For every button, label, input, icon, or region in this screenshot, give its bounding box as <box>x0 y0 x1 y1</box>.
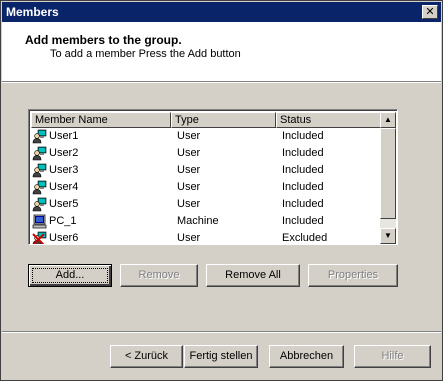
list-header: Member Name Type Status <box>31 112 381 128</box>
page-subheading: To add a member Press the Add button <box>50 48 241 60</box>
list-item[interactable]: User2 User Included <box>31 145 381 162</box>
computer-icon <box>32 214 47 229</box>
close-icon: ✕ <box>425 6 435 18</box>
header-divider-highlight <box>2 82 441 83</box>
user-icon <box>32 163 47 178</box>
remove-all-button-label: Remove All <box>225 269 281 281</box>
member-status-cell: Included <box>282 215 324 227</box>
finish-button[interactable]: Fertig stellen <box>184 345 258 368</box>
footer-divider-highlight <box>2 332 441 333</box>
page-heading: Add members to the group. <box>25 33 182 47</box>
column-header-member-name[interactable]: Member Name <box>31 112 171 128</box>
list-item[interactable]: User1 User Included <box>31 128 381 145</box>
user-icon <box>32 180 47 195</box>
list-rows: User1 User Included User2 User Included User3 U… <box>31 128 381 244</box>
list-item[interactable]: User4 User Included <box>31 179 381 196</box>
remove-all-button[interactable]: Remove All <box>206 264 300 287</box>
cancel-button[interactable]: Abbrechen <box>269 345 344 368</box>
add-button[interactable]: Add... <box>28 264 112 287</box>
member-name-cell: User3 <box>49 164 79 176</box>
member-name-cell: User6 <box>49 232 79 244</box>
close-button[interactable]: ✕ <box>422 5 438 19</box>
list-item[interactable]: PC_1 Machine Included <box>31 213 381 230</box>
member-type-cell: User <box>177 198 201 210</box>
member-type-cell: User <box>177 232 201 244</box>
properties-button-label: Properties <box>327 269 379 281</box>
member-type-cell: User <box>177 181 201 193</box>
arrow-up-icon: ▲ <box>384 115 392 124</box>
member-status-cell: Included <box>282 130 324 142</box>
finish-button-label: Fertig stellen <box>189 350 253 362</box>
remove-button-label: Remove <box>138 269 180 281</box>
column-header-type[interactable]: Type <box>171 112 276 128</box>
member-status-cell: Included <box>282 164 324 176</box>
member-status-cell: Included <box>282 147 324 159</box>
scrollbar-thumb[interactable] <box>380 128 396 219</box>
members-dialog: Members ✕ Add members to the group. To a… <box>0 0 443 381</box>
members-list[interactable]: Member Name Type Status User1 User Include… <box>28 109 398 245</box>
help-button-label: Hilfe <box>381 350 404 362</box>
user-icon <box>32 197 47 212</box>
properties-button[interactable]: Properties <box>308 264 398 287</box>
focus-rectangle <box>32 268 108 283</box>
member-name-cell: PC_1 <box>49 215 77 227</box>
member-name-cell: User4 <box>49 181 79 193</box>
member-status-cell: Included <box>282 181 324 193</box>
member-type-cell: Machine <box>177 215 219 227</box>
cancel-button-label: Abbrechen <box>279 350 334 362</box>
scroll-up-button[interactable]: ▲ <box>380 112 396 128</box>
list-item[interactable]: User5 User Included <box>31 196 381 213</box>
member-name-cell: User1 <box>49 130 79 142</box>
back-button[interactable]: < Zurück <box>110 345 183 368</box>
scroll-down-button[interactable]: ▼ <box>380 228 396 244</box>
title-bar[interactable]: Members ✕ <box>2 2 441 22</box>
member-type-cell: User <box>177 164 201 176</box>
member-status-cell: Included <box>282 198 324 210</box>
excluded-user-icon <box>32 231 47 244</box>
member-type-cell: User <box>177 130 201 142</box>
member-type-cell: User <box>177 147 201 159</box>
remove-button[interactable]: Remove <box>120 264 198 287</box>
window-title: Members <box>6 5 59 19</box>
member-name-cell: User5 <box>49 198 79 210</box>
help-button[interactable]: Hilfe <box>354 345 431 368</box>
arrow-down-icon: ▼ <box>384 231 392 240</box>
wizard-header: Add members to the group. To add a membe… <box>2 22 441 81</box>
user-icon <box>32 129 47 144</box>
member-status-cell: Excluded <box>282 232 328 244</box>
user-icon <box>32 146 47 161</box>
list-item[interactable]: User6 User Excluded <box>31 230 381 244</box>
column-header-status[interactable]: Status <box>276 112 381 128</box>
member-name-cell: User2 <box>49 147 79 159</box>
back-button-label: < Zurück <box>124 350 169 362</box>
vertical-scrollbar[interactable]: ▲ ▼ <box>380 112 396 244</box>
list-item[interactable]: User3 User Included <box>31 162 381 179</box>
